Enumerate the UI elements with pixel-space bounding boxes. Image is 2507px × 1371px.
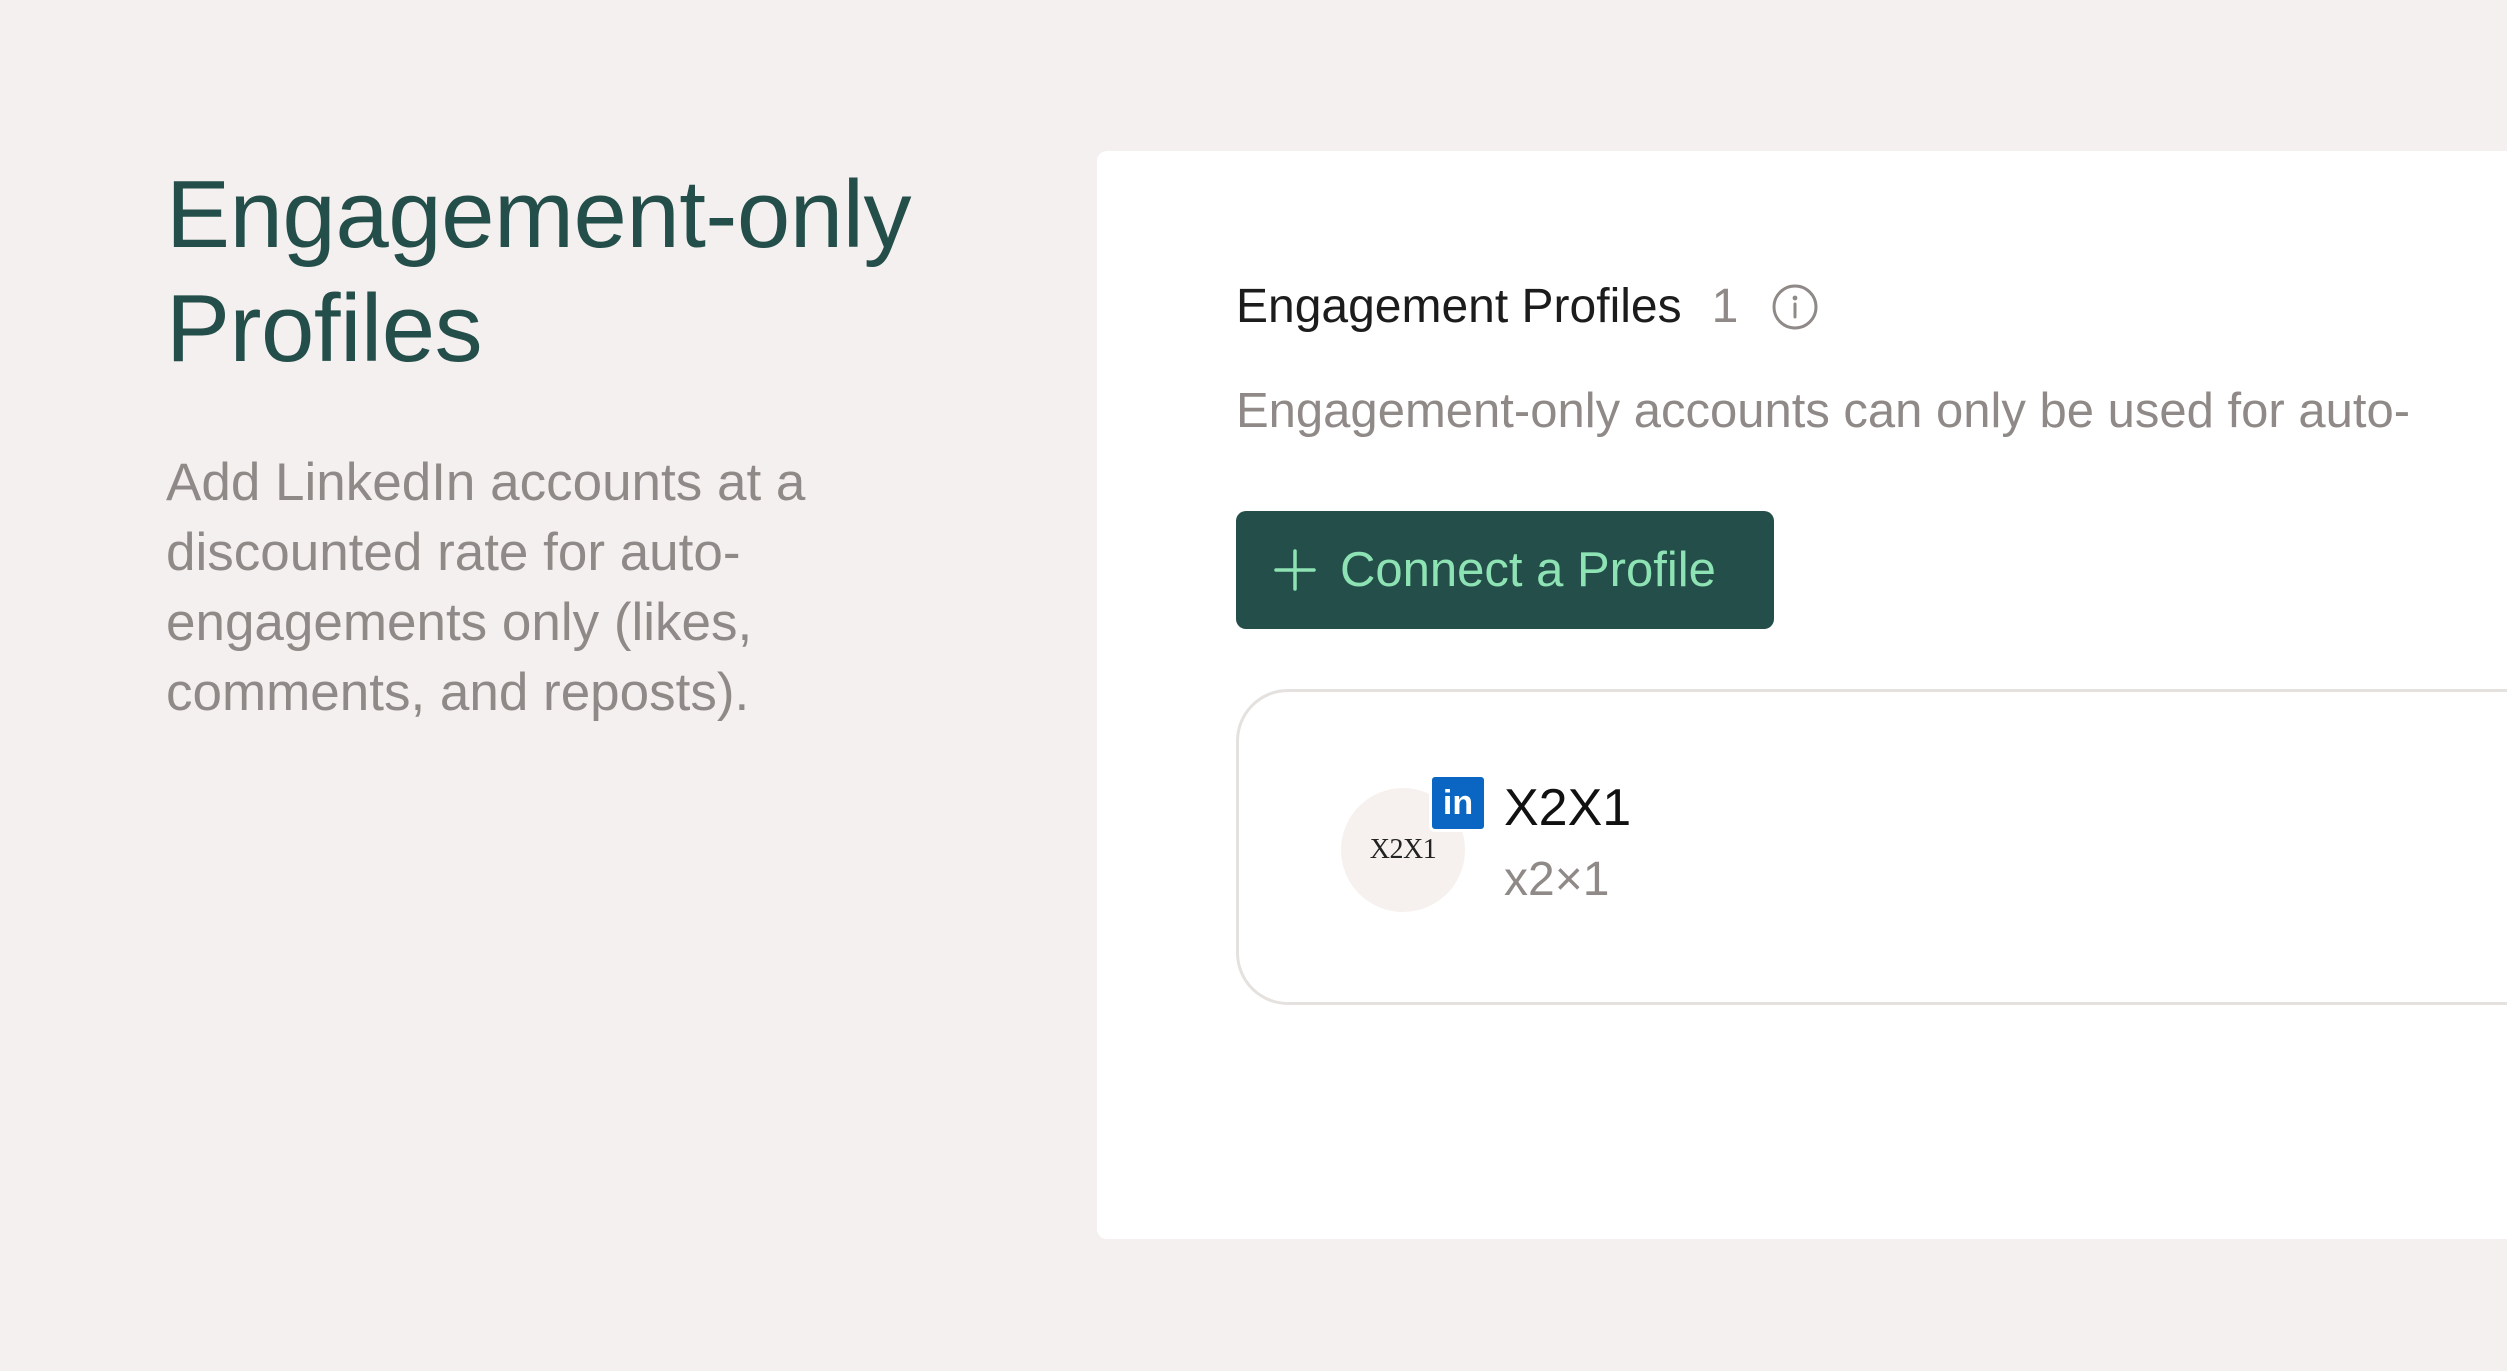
connect-profile-label: Connect a Profile [1340, 543, 1716, 597]
profile-handle: x2×1 [1504, 853, 1610, 906]
section-description: Engagement-only accounts can only be use… [1236, 384, 2411, 438]
page-title-line1: Engagement-only [166, 161, 911, 268]
profile-card[interactable]: X2X1 in X2X1 x2×1 [1236, 689, 2507, 1005]
intro-section: Engagement-only Profiles Add LinkedIn ac… [166, 158, 1026, 728]
page-title-line2: Profiles [166, 275, 483, 382]
page-title: Engagement-only Profiles [166, 158, 1026, 386]
avatar-text: X2X1 [1369, 834, 1437, 865]
page-description: Add LinkedIn accounts at a discounted ra… [166, 453, 806, 722]
profile-count: 1 [1711, 280, 1739, 333]
linkedin-badge-text: in [1442, 783, 1474, 822]
linkedin-icon: in [1429, 774, 1487, 832]
connect-profile-button[interactable]: Connect a Profile [1236, 511, 1774, 629]
info-icon[interactable] [1770, 282, 1820, 332]
profile-name: X2X1 [1504, 779, 1632, 837]
section-title: Engagement Profiles [1236, 280, 1682, 333]
engagement-profiles-panel: Engagement Profiles 1 Engagement-only ac… [1097, 151, 2507, 1239]
plus-icon [1272, 547, 1318, 593]
section-header: Engagement Profiles 1 [1236, 279, 1820, 334]
